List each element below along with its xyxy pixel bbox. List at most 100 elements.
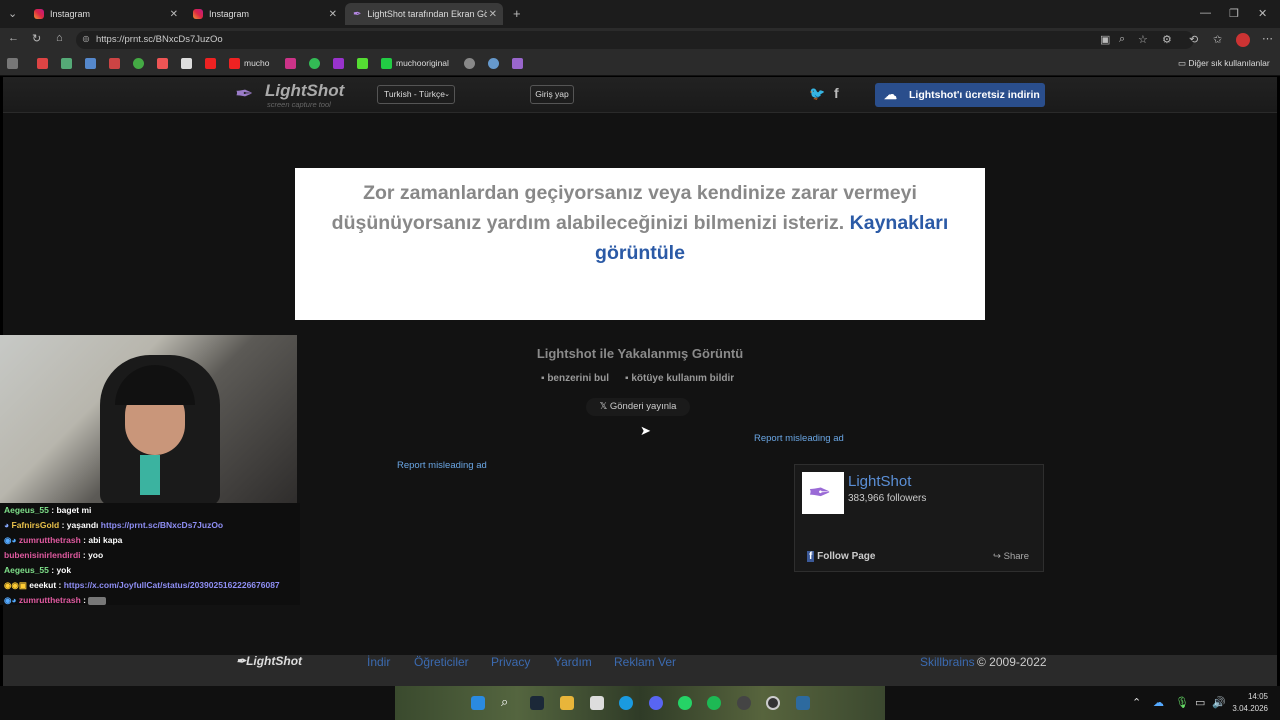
report-abuse-link[interactable]: ▪ kötüye kullanım bildir [625,373,734,384]
onedrive-icon[interactable]: ☁ [1153,696,1164,709]
footer-company-link[interactable]: Skillbrains [920,655,975,669]
twitch-icon[interactable] [333,58,344,69]
search-icon[interactable]: ⌕ [501,694,515,709]
footer-link-tutorials[interactable]: Öğreticiler [414,655,469,669]
download-button[interactable]: ☁ Lightshot'ı ücretsiz indirin [875,83,1045,107]
bookmark-icon[interactable] [7,58,18,69]
twitter-icon[interactable]: 🐦 [809,86,825,102]
more-menu-icon[interactable]: ⋯ [1262,32,1273,45]
volume-icon[interactable]: 🔊 [1212,696,1226,709]
kick-icon[interactable] [381,58,392,69]
obs-icon[interactable] [766,696,780,710]
fb-page-name[interactable]: LightShot [848,473,911,490]
system-clock[interactable]: 14:05 3.04.2026 [1232,691,1268,715]
steam-icon[interactable] [530,696,544,710]
sync-icon[interactable]: ⟲ [1189,33,1198,46]
collections-icon[interactable]: ✩ [1213,33,1222,46]
home-icon[interactable]: ⌂ [56,32,63,44]
start-icon[interactable] [471,696,485,710]
share-button[interactable]: ↪ Share [993,551,1029,562]
footer-link-advertise[interactable]: Reklam Ver [614,655,676,669]
folder-icon: ▭ [1178,58,1189,68]
footer-link-privacy[interactable]: Privacy [491,655,530,669]
app-icon[interactable] [737,696,751,710]
profile-avatar[interactable] [1236,33,1250,47]
chat-link[interactable]: https://x.com/JoyfullCat/status/20390251… [64,580,280,590]
footer-link-help[interactable]: Yardım [554,655,592,669]
tab-list-chevron-icon[interactable]: ⌄ [8,7,17,20]
address-bar-row: ← ↻ ⌂ ⊚ https://prnt.sc/BNxcDs7JuzOo ▣ ⌕… [0,28,1280,52]
back-icon[interactable]: ← [8,32,19,44]
lightshot-header: ✒ LightShot screen capture tool Turkish … [3,77,1277,113]
other-bookmarks-label: Diğer sık kullanılanlar [1188,58,1270,68]
follow-page-button[interactable]: f Follow Page [807,551,875,562]
bookmark-muchooriginal[interactable]: muchooriginal [396,58,449,68]
new-tab-icon[interactable]: + [513,6,521,21]
zoom-icon[interactable]: ⌕ [1119,33,1125,46]
footer-link-download[interactable]: İndir [367,655,390,669]
lightshot-page-logo[interactable]: ✒ [802,472,844,514]
clock-date: 3.04.2026 [1232,704,1268,713]
lightshot-bookmark-icon[interactable] [512,58,523,69]
edge-icon[interactable] [619,696,633,710]
app-icon[interactable] [796,696,810,710]
chat-username: eeekut [29,580,57,590]
instagram-icon[interactable] [285,58,296,69]
language-select[interactable]: Turkish - Türkçe ⌄ [377,85,455,104]
other-bookmarks[interactable]: ▭ Diğer sık kullanılanlar [1178,58,1270,69]
facebook-icon[interactable]: f [834,85,839,101]
close-tab-icon[interactable]: ✕ [170,9,178,20]
extensions-icon[interactable]: ⚙ [1162,33,1172,46]
minimize-icon[interactable]: — [1200,7,1211,19]
tab-label: LightShot tarafından Ekran Görüntü [367,9,488,19]
bookmark-icon[interactable] [488,58,499,69]
mic-icon[interactable]: 🎙 [1175,696,1189,709]
tab-lightshot[interactable]: ✒ LightShot tarafından Ekran Görüntü ✕ [345,3,503,25]
bookmark-icon[interactable] [357,58,368,69]
restore-icon[interactable]: ❐ [1229,7,1239,20]
favorite-star-icon[interactable]: ☆ [1138,33,1148,46]
bookmark-icon[interactable] [464,58,475,69]
bookmark-icon[interactable] [37,58,48,69]
url-input[interactable]: ⊚ https://prnt.sc/BNxcDs7JuzOo [76,31,1194,49]
chat-username: bubenisinirlendirdi [4,550,81,560]
close-tab-icon[interactable]: ✕ [329,9,337,20]
chat-message: ◉◉▣ eeekut : https://x.com/JoyfullCat/st… [4,580,280,590]
reload-icon[interactable]: ↻ [32,32,41,45]
youtube-icon[interactable] [229,58,240,69]
bookmark-icon[interactable] [61,58,72,69]
bookmark-icon[interactable] [133,58,144,69]
tab-instagram-1[interactable]: Instagram ✕ [26,3,184,25]
gmail-icon[interactable] [109,58,120,69]
chat-username: FafnirsGold [11,520,60,530]
whatsapp-icon[interactable] [309,58,320,69]
close-tab-icon[interactable]: ✕ [489,9,497,20]
spotify-icon[interactable] [707,696,721,710]
site-info-icon[interactable]: ⊚ [82,31,90,49]
close-window-icon[interactable]: ✕ [1258,7,1267,20]
taskbar-wallpaper-strip: ⌕ [395,686,885,720]
discord-icon[interactable] [649,696,663,710]
chat-link[interactable]: https://prnt.sc/BNxcDs7JuzOo [101,520,223,530]
warning-text: Zor zamanlardan geçiyorsanız veya kendin… [331,182,917,234]
notes-icon[interactable] [590,696,604,710]
file-explorer-icon[interactable] [560,696,574,710]
bookmark-icon[interactable] [157,58,168,69]
tray-chevron-icon[interactable]: ⌃ [1132,696,1141,709]
report-ad-link[interactable]: Report misleading ad [397,460,487,471]
bookmark-mucho[interactable]: mucho [244,58,270,68]
youtube-icon[interactable] [205,58,216,69]
network-icon[interactable]: ▭ [1195,696,1205,709]
x-icon[interactable] [181,58,192,69]
tweet-button[interactable]: 𝕏 Gönderi yayınla [586,398,690,416]
bookmark-icon[interactable] [85,58,96,69]
reader-icon[interactable]: ▣ [1100,33,1110,46]
tab-instagram-2[interactable]: Instagram ✕ [185,3,343,25]
login-button[interactable]: Giriş yap [530,85,574,104]
report-abuse-label: kötüye kullanım bildir [631,373,735,384]
footer-logo[interactable]: ✒LightShot [236,654,302,668]
whatsapp-icon[interactable] [678,696,692,710]
find-similar-link[interactable]: ▪ benzerini bul [541,373,609,384]
lightshot-logo[interactable]: LightShot [265,81,344,101]
report-ad-link[interactable]: Report misleading ad [754,433,844,444]
